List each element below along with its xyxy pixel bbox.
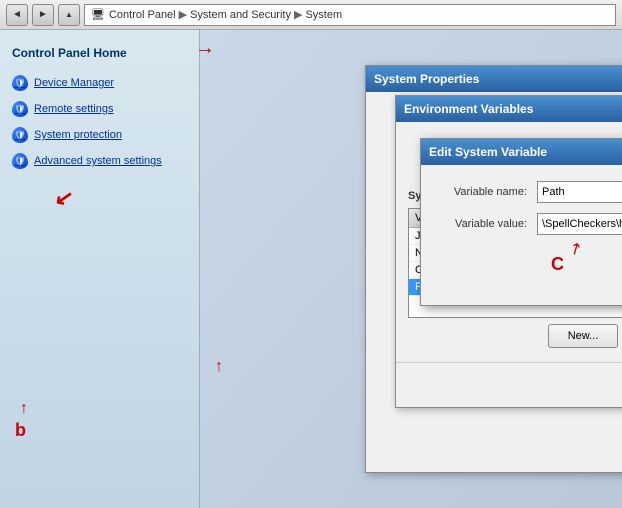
content-area: System Properties _ □ ✕ → Environment Va… bbox=[200, 30, 622, 508]
sidebar-item-system-protection[interactable]: 🛡 System protection bbox=[0, 122, 199, 148]
env-vars-titlebar: Environment Variables ✕ bbox=[396, 96, 622, 122]
left-panel: Control Panel Home 🛡 Device Manager 🛡 Re… bbox=[0, 30, 200, 508]
back-button[interactable]: ◄ bbox=[6, 4, 28, 26]
shield-icon-4: 🛡 bbox=[12, 153, 28, 169]
var-value-row: Variable value: bbox=[437, 213, 622, 235]
sidebar-item-device-manager[interactable]: 🛡 Device Manager bbox=[0, 70, 199, 96]
edit-var-dialog: Edit System Variable ✕ Variable name: Va… bbox=[420, 138, 622, 306]
system-props-titlebar: System Properties _ □ ✕ bbox=[366, 66, 622, 92]
env-vars-title: Environment Variables bbox=[404, 102, 533, 116]
var-name-label: Variable name: bbox=[437, 186, 537, 198]
shield-icon-3: 🛡 bbox=[12, 127, 28, 143]
shield-icon-2: 🛡 bbox=[12, 101, 28, 117]
breadcrumb-item-3[interactable]: System bbox=[305, 9, 342, 21]
breadcrumb-item-1[interactable]: Control Panel bbox=[109, 9, 176, 21]
sidebar-item-remote-settings[interactable]: 🛡 Remote settings bbox=[0, 96, 199, 122]
vars-buttons: New... Edit... Delete bbox=[408, 318, 622, 354]
var-value-input[interactable] bbox=[537, 213, 622, 235]
var-value-label: Variable value: bbox=[437, 218, 537, 230]
env-ok-cancel: OK Cancel bbox=[396, 362, 622, 407]
edit-var-buttons: OK Cancel bbox=[421, 261, 622, 305]
edit-var-title: Edit System Variable bbox=[429, 145, 547, 159]
annotation-b: b bbox=[15, 420, 26, 441]
annotation-uparrow-table: ↑ bbox=[215, 358, 223, 376]
annotation-uparrow-b: ↑ bbox=[20, 400, 28, 418]
sidebar-label-device-manager: Device Manager bbox=[34, 77, 114, 89]
sidebar-label-system-protection: System protection bbox=[34, 129, 122, 141]
var-name-input[interactable] bbox=[537, 181, 622, 203]
edit-var-titlebar: Edit System Variable ✕ bbox=[421, 139, 622, 165]
sidebar-label-remote-settings: Remote settings bbox=[34, 103, 113, 115]
edit-var-content: Variable name: Variable value: bbox=[421, 165, 622, 261]
new-var-button[interactable]: New... bbox=[548, 324, 618, 348]
breadcrumb-item-2[interactable]: System and Security bbox=[190, 9, 291, 21]
var-name-row: Variable name: bbox=[437, 181, 622, 203]
up-button[interactable]: ▲ bbox=[58, 4, 80, 26]
main-container: Control Panel Home 🛡 Device Manager 🛡 Re… bbox=[0, 30, 622, 508]
shield-icon-1: 🛡 bbox=[12, 75, 28, 91]
address-bar: ◄ ► ▲ 🖥 Control Panel ▶ System and Secur… bbox=[0, 0, 622, 30]
system-props-title: System Properties bbox=[374, 72, 479, 86]
breadcrumb-path: 🖥 Control Panel ▶ System and Security ▶ … bbox=[84, 4, 616, 26]
sidebar-label-advanced-system-settings: Advanced system settings bbox=[34, 155, 162, 167]
sidebar-item-advanced-system-settings[interactable]: 🛡 Advanced system settings bbox=[0, 148, 199, 174]
annotation-arrow-left: ↙ bbox=[53, 184, 76, 213]
breadcrumb-icon: 🖥 bbox=[91, 8, 105, 21]
panel-title: Control Panel Home bbox=[0, 40, 199, 70]
forward-button[interactable]: ► bbox=[32, 4, 54, 26]
